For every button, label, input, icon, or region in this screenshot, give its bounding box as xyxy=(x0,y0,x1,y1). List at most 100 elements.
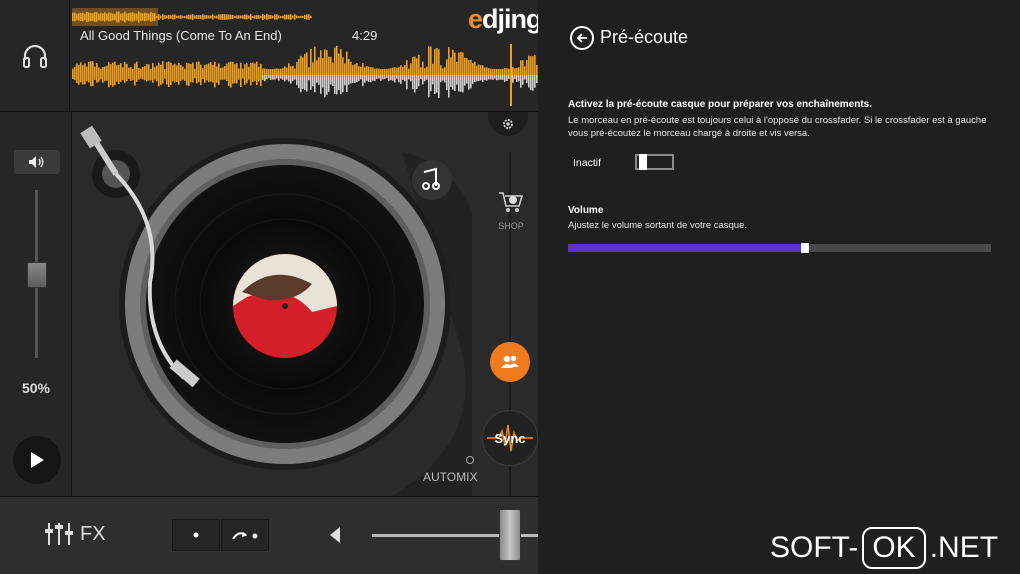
waveform-bar xyxy=(518,67,520,75)
turntable[interactable] xyxy=(72,112,538,496)
waveform-bar xyxy=(378,68,380,75)
waveform-bar xyxy=(280,75,282,79)
headphone-button[interactable] xyxy=(0,0,70,112)
waveform-bar xyxy=(442,68,444,75)
waveform-bar xyxy=(304,53,306,75)
speaker-button[interactable] xyxy=(14,150,60,174)
waveform-bar xyxy=(360,66,362,75)
overview-waveform[interactable] xyxy=(72,6,312,28)
waveform-bar xyxy=(336,45,338,75)
waveform-bar xyxy=(236,75,238,84)
waveform-bar xyxy=(390,75,392,81)
waveform-bar xyxy=(76,63,78,75)
waveform-bar xyxy=(216,15,218,19)
waveform-bar xyxy=(314,46,316,75)
waveform-bar xyxy=(164,75,166,79)
waveform-bar xyxy=(172,14,174,20)
waveform-bar xyxy=(258,15,260,19)
waveform-bar xyxy=(256,14,258,20)
waveform-bar xyxy=(168,61,170,75)
waveform-bar xyxy=(528,75,530,88)
waveform-bar xyxy=(288,14,290,20)
waveform-bar xyxy=(286,75,288,80)
waveform-bar xyxy=(340,49,342,75)
waveform-bar xyxy=(240,75,242,87)
waveform-bar xyxy=(104,66,106,75)
crossfader-left-arrow-icon[interactable] xyxy=(328,525,342,545)
waveform-bar xyxy=(84,75,86,85)
waveform-bar xyxy=(452,49,454,75)
fx-button[interactable]: FX xyxy=(44,521,106,547)
waveform-bar xyxy=(372,75,374,81)
automix-button[interactable]: AUTOMIX xyxy=(423,470,477,484)
waveform-bar xyxy=(430,75,432,92)
waveform-bar xyxy=(308,75,310,81)
waveform-bar xyxy=(334,75,336,94)
waveform-bar xyxy=(178,62,180,75)
waveform-bar xyxy=(492,68,494,75)
headphone-volume-thumb[interactable] xyxy=(800,243,809,253)
waveform-bar xyxy=(234,75,236,84)
back-arrow-icon xyxy=(576,33,587,43)
headphone-volume-slider[interactable] xyxy=(568,243,991,253)
waveform-bar xyxy=(400,65,402,75)
equalizer-icon xyxy=(45,523,73,545)
waveform-bar xyxy=(238,15,240,19)
music-note-button[interactable] xyxy=(412,160,452,200)
sync-button[interactable]: Sync xyxy=(482,410,538,466)
waveform-bar xyxy=(518,75,520,82)
main-waveform[interactable] xyxy=(72,44,538,106)
people-button[interactable] xyxy=(490,342,530,382)
waveform-bar xyxy=(444,75,446,83)
waveform-bar xyxy=(254,15,256,19)
waveform-bar xyxy=(234,15,236,19)
preview-toggle[interactable] xyxy=(635,154,674,170)
waveform-bar xyxy=(282,68,284,75)
waveform-bar xyxy=(124,61,126,75)
waveform-bar xyxy=(262,14,264,20)
waveform-bar xyxy=(362,75,364,87)
waveform-bar xyxy=(454,75,456,92)
waveform-bar xyxy=(92,75,94,87)
toggle-thumb[interactable] xyxy=(639,154,647,170)
back-button[interactable] xyxy=(570,26,594,50)
play-button[interactable] xyxy=(13,436,61,484)
waveform-bar xyxy=(438,49,440,75)
waveform-bar xyxy=(306,14,308,20)
waveform-bar xyxy=(370,75,372,83)
waveform-bar xyxy=(132,75,134,81)
waveform-bar xyxy=(316,75,318,83)
waveform-bar xyxy=(302,15,304,19)
waveform-bar xyxy=(196,61,198,75)
loop-button[interactable] xyxy=(221,519,269,551)
waveform-bar xyxy=(294,75,296,80)
gear-icon xyxy=(503,119,513,129)
waveform-bar xyxy=(474,75,476,82)
waveform-bar xyxy=(172,65,174,75)
waveform-bar xyxy=(352,75,354,84)
volume-slider-handle[interactable] xyxy=(27,262,47,288)
waveform-bar xyxy=(84,63,86,75)
waveform-bar xyxy=(98,67,100,75)
waveform-bar xyxy=(154,67,156,75)
cart-icon xyxy=(499,192,524,212)
waveform-bar xyxy=(378,75,380,79)
shop-button[interactable]: SHOP xyxy=(486,190,536,238)
waveform-bar xyxy=(386,68,388,75)
settings-button[interactable] xyxy=(488,112,528,136)
crossfader-handle[interactable] xyxy=(499,509,521,561)
waveform-bar xyxy=(198,15,200,19)
cue-button[interactable] xyxy=(172,519,220,551)
waveform-bar xyxy=(328,75,330,92)
waveform-bar xyxy=(250,14,252,20)
waveform-bar xyxy=(492,75,494,80)
waveform-bar xyxy=(156,65,158,75)
waveform-bar xyxy=(506,68,508,75)
waveform-bar xyxy=(176,65,178,75)
waveform-bar xyxy=(254,75,256,81)
waveform-bar xyxy=(368,75,370,83)
waveform-bar xyxy=(350,75,352,84)
waveform-bar xyxy=(160,64,162,75)
waveform-bar xyxy=(212,75,214,83)
waveform-bar xyxy=(242,15,244,19)
